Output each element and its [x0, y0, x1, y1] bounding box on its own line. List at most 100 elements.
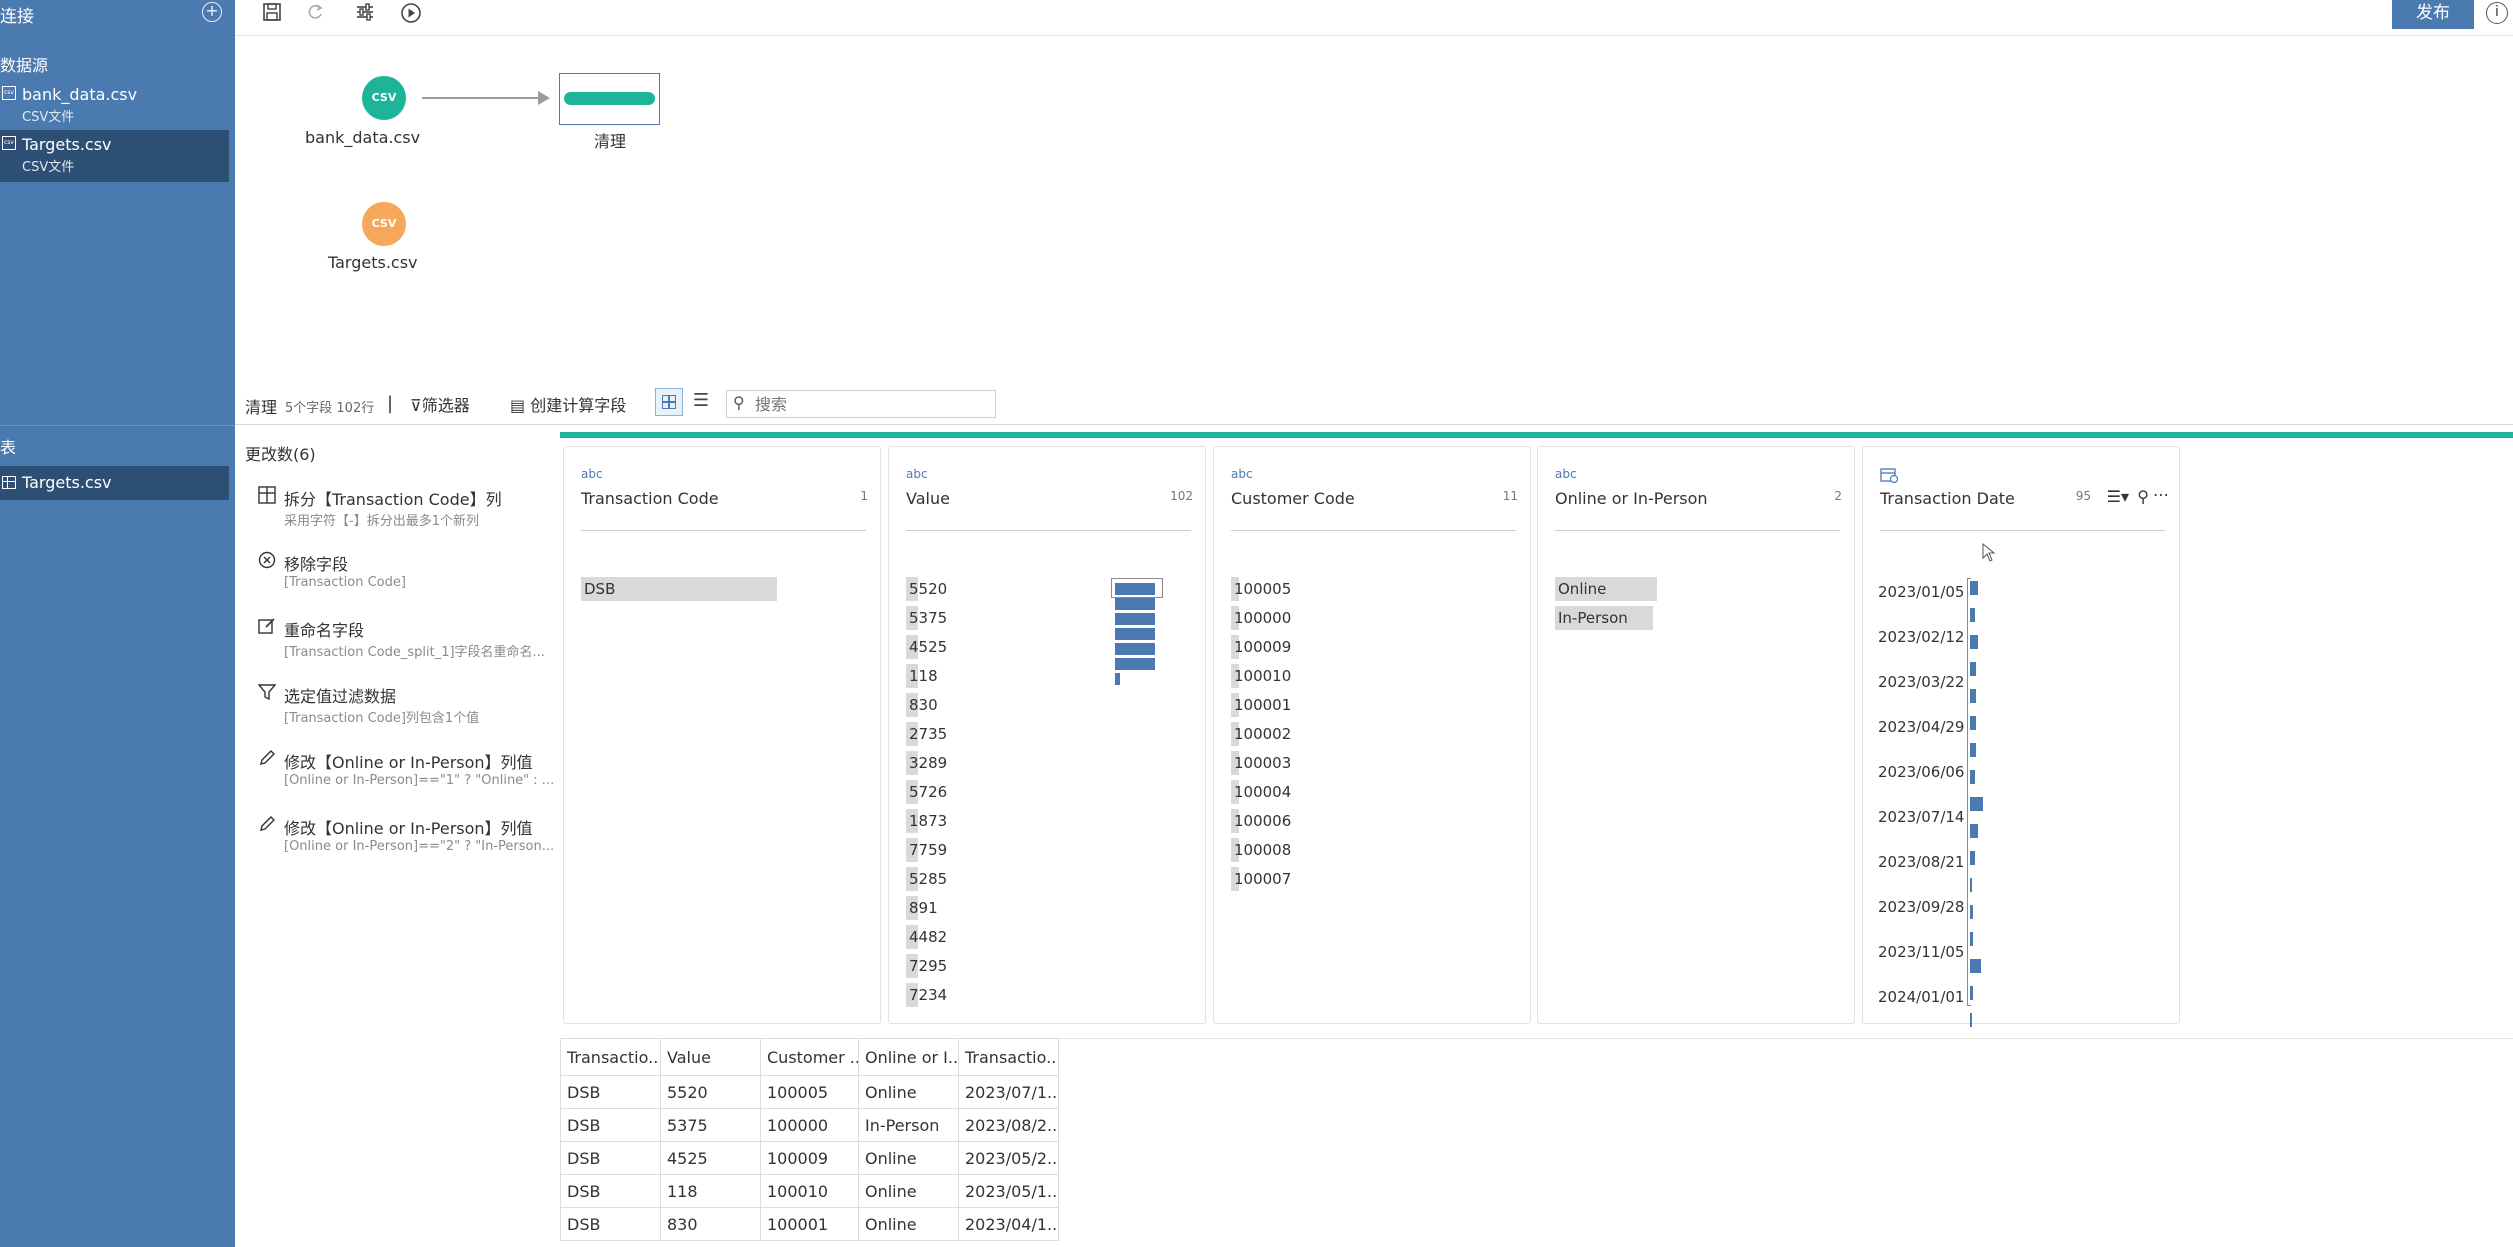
table-heading: 表 — [0, 438, 17, 457]
info-icon[interactable]: i — [2486, 2, 2508, 24]
pencil-icon — [258, 749, 278, 769]
grid-column-header[interactable]: Customer ... — [760, 1038, 859, 1076]
more-options-icon[interactable]: ⋯ — [2153, 485, 2169, 504]
grid-cell[interactable]: 100001 — [760, 1207, 859, 1241]
change-title: 拆分【Transaction Code】列 — [284, 490, 502, 509]
run-icon[interactable] — [398, 2, 424, 28]
profile-card[interactable]: abc Transaction Code 1 DSB — [563, 446, 881, 1024]
value-label: 7234 — [909, 986, 948, 1004]
bank-data-node-label: bank_data.csv — [305, 128, 421, 147]
value-label: 100001 — [1234, 696, 1292, 714]
grid-cell[interactable]: Online — [858, 1174, 959, 1208]
grid-cell[interactable]: 118 — [660, 1174, 761, 1208]
field-name: Transaction Code — [581, 489, 719, 508]
string-type-icon: abc — [581, 467, 603, 481]
grid-cell[interactable]: 100009 — [760, 1141, 859, 1175]
histogram-bar[interactable] — [1970, 581, 1978, 595]
table-row[interactable]: DSB 5375 100000 In-Person 2023/08/2... — [560, 1108, 1059, 1142]
grid-cell[interactable]: DSB — [560, 1075, 661, 1109]
profile-card[interactable]: abc Customer Code 11 100005 100000 100009 1000… — [1213, 446, 1531, 1024]
field-distinct-count: 102 — [1170, 489, 1193, 503]
grid-cell[interactable]: 100005 — [760, 1075, 859, 1109]
table-row[interactable]: DSB 4525 100009 Online 2023/05/2... — [560, 1141, 1059, 1175]
histogram-bar[interactable] — [1115, 613, 1155, 625]
change-description: [Online or In-Person]=="2" ? "In-Person.… — [284, 839, 555, 854]
histogram-bar[interactable] — [1970, 635, 1978, 649]
grid-cell[interactable]: 100000 — [760, 1108, 859, 1142]
grid-cell[interactable]: DSB — [560, 1207, 661, 1241]
save-icon[interactable] — [259, 2, 285, 28]
grid-cell[interactable]: 830 — [660, 1207, 761, 1241]
grid-cell[interactable]: 4525 — [660, 1141, 761, 1175]
grid-cell[interactable]: 100010 — [760, 1174, 859, 1208]
grid-cell[interactable]: 2023/05/1... — [958, 1174, 1059, 1208]
datasource-file-targets[interactable]: csv Targets.csv CSV文件 — [0, 130, 229, 182]
profile-view-toggle[interactable] — [655, 388, 683, 416]
refresh-icon[interactable] — [302, 2, 328, 28]
csv-file-icon: csv — [2, 86, 16, 100]
string-type-icon: abc — [1555, 467, 1577, 481]
histogram-bar[interactable] — [1970, 797, 1983, 811]
clean-step-node[interactable] — [559, 73, 660, 125]
profile-card[interactable]: abc Online or In-Person 2 Online In-Person — [1537, 446, 1855, 1024]
sort-menu-icon[interactable]: ☰▾ — [2107, 487, 2129, 506]
grid-cell[interactable]: 2023/07/1... — [958, 1075, 1059, 1109]
table-row[interactable]: DSB 830 100001 Online 2023/04/1... — [560, 1207, 1059, 1241]
grid-cell[interactable]: In-Person — [858, 1108, 959, 1142]
grid-header-row: Transactio... Value Customer ... Online or … — [560, 1038, 1059, 1076]
table-row[interactable]: DSB 5520 100005 Online 2023/07/1... — [560, 1075, 1059, 1109]
profile-card[interactable]: Transaction Date 95 ☰▾ ⚲ ⋯ 2023/01/05 2023/02/… — [1862, 446, 2180, 1027]
grid-cell[interactable]: Online — [858, 1207, 959, 1241]
search-icon[interactable]: ⚲ — [2137, 487, 2149, 506]
histogram-bar[interactable] — [1970, 959, 1982, 973]
filter-button[interactable]: ⊽筛选器 — [410, 392, 470, 416]
grid-column-header[interactable]: Online or I... — [858, 1038, 959, 1076]
grid-cell[interactable]: DSB — [560, 1108, 661, 1142]
histogram-bar[interactable] — [1115, 598, 1155, 610]
add-connection-icon[interactable]: + — [202, 2, 222, 22]
grid-cell[interactable]: 2023/04/1... — [958, 1207, 1059, 1241]
grid-cell[interactable]: Online — [858, 1075, 959, 1109]
value-label: In-Person — [1558, 609, 1628, 627]
list-view-icon: ☰ — [692, 390, 710, 411]
create-calc-field-button[interactable]: ▤ 创建计算字段 — [510, 392, 626, 416]
grid-cell[interactable]: 2023/05/2... — [958, 1141, 1059, 1175]
table-row[interactable]: DSB 118 100010 Online 2023/05/1... — [560, 1174, 1059, 1208]
value-label: 2023/08/21 — [1878, 853, 1965, 871]
list-view-toggle[interactable]: ☰ — [687, 388, 715, 416]
histogram-bar[interactable] — [1970, 824, 1978, 838]
grid-cell[interactable]: 5375 — [660, 1108, 761, 1142]
field-name: Transaction Date — [1880, 489, 2015, 508]
value-label: 100002 — [1234, 725, 1292, 743]
histogram-range-bracket — [1967, 578, 1971, 1006]
file-type: CSV文件 — [22, 110, 75, 125]
targets-node-icon[interactable]: CSV — [362, 202, 406, 246]
grid-column-header[interactable]: Transactio... — [560, 1038, 661, 1076]
table-item-targets[interactable]: Targets.csv — [0, 466, 229, 500]
histogram-bar[interactable] — [1115, 658, 1155, 670]
histogram-bar[interactable] — [1115, 643, 1155, 655]
histogram-bar[interactable] — [1115, 673, 1121, 685]
grid-cell[interactable]: 2023/08/2... — [958, 1108, 1059, 1142]
search-input[interactable] — [755, 393, 990, 415]
publish-button[interactable]: 发布 — [2392, 0, 2474, 29]
grid-cell[interactable]: 5520 — [660, 1075, 761, 1109]
grid-column-header[interactable]: Transactio... — [958, 1038, 1059, 1076]
value-label: 118 — [909, 667, 938, 685]
histogram-bar[interactable] — [1970, 1013, 1972, 1027]
clean-step-bar — [564, 92, 655, 105]
histogram-bar[interactable] — [1115, 628, 1155, 640]
grid-cell[interactable]: DSB — [560, 1141, 661, 1175]
calculator-icon: ▤ — [510, 396, 531, 415]
value-label: 2023/04/29 — [1878, 718, 1965, 736]
settings-sliders-icon[interactable] — [352, 2, 378, 28]
value-label: 5726 — [909, 783, 948, 801]
grid-column-header[interactable]: Value — [660, 1038, 761, 1076]
grid-cell[interactable]: Online — [858, 1141, 959, 1175]
datasource-file-bank-data[interactable]: csv bank_data.csv CSV文件 — [0, 80, 229, 132]
grid-cell[interactable]: DSB — [560, 1174, 661, 1208]
bank-data-node-icon[interactable]: CSV — [362, 76, 406, 120]
field-search[interactable]: ⚲ — [726, 390, 996, 418]
profile-card[interactable]: abc Value 102 5520 5375 4525 118 830 2735 3289 572… — [888, 446, 1206, 1024]
value-label: 100007 — [1234, 870, 1292, 888]
